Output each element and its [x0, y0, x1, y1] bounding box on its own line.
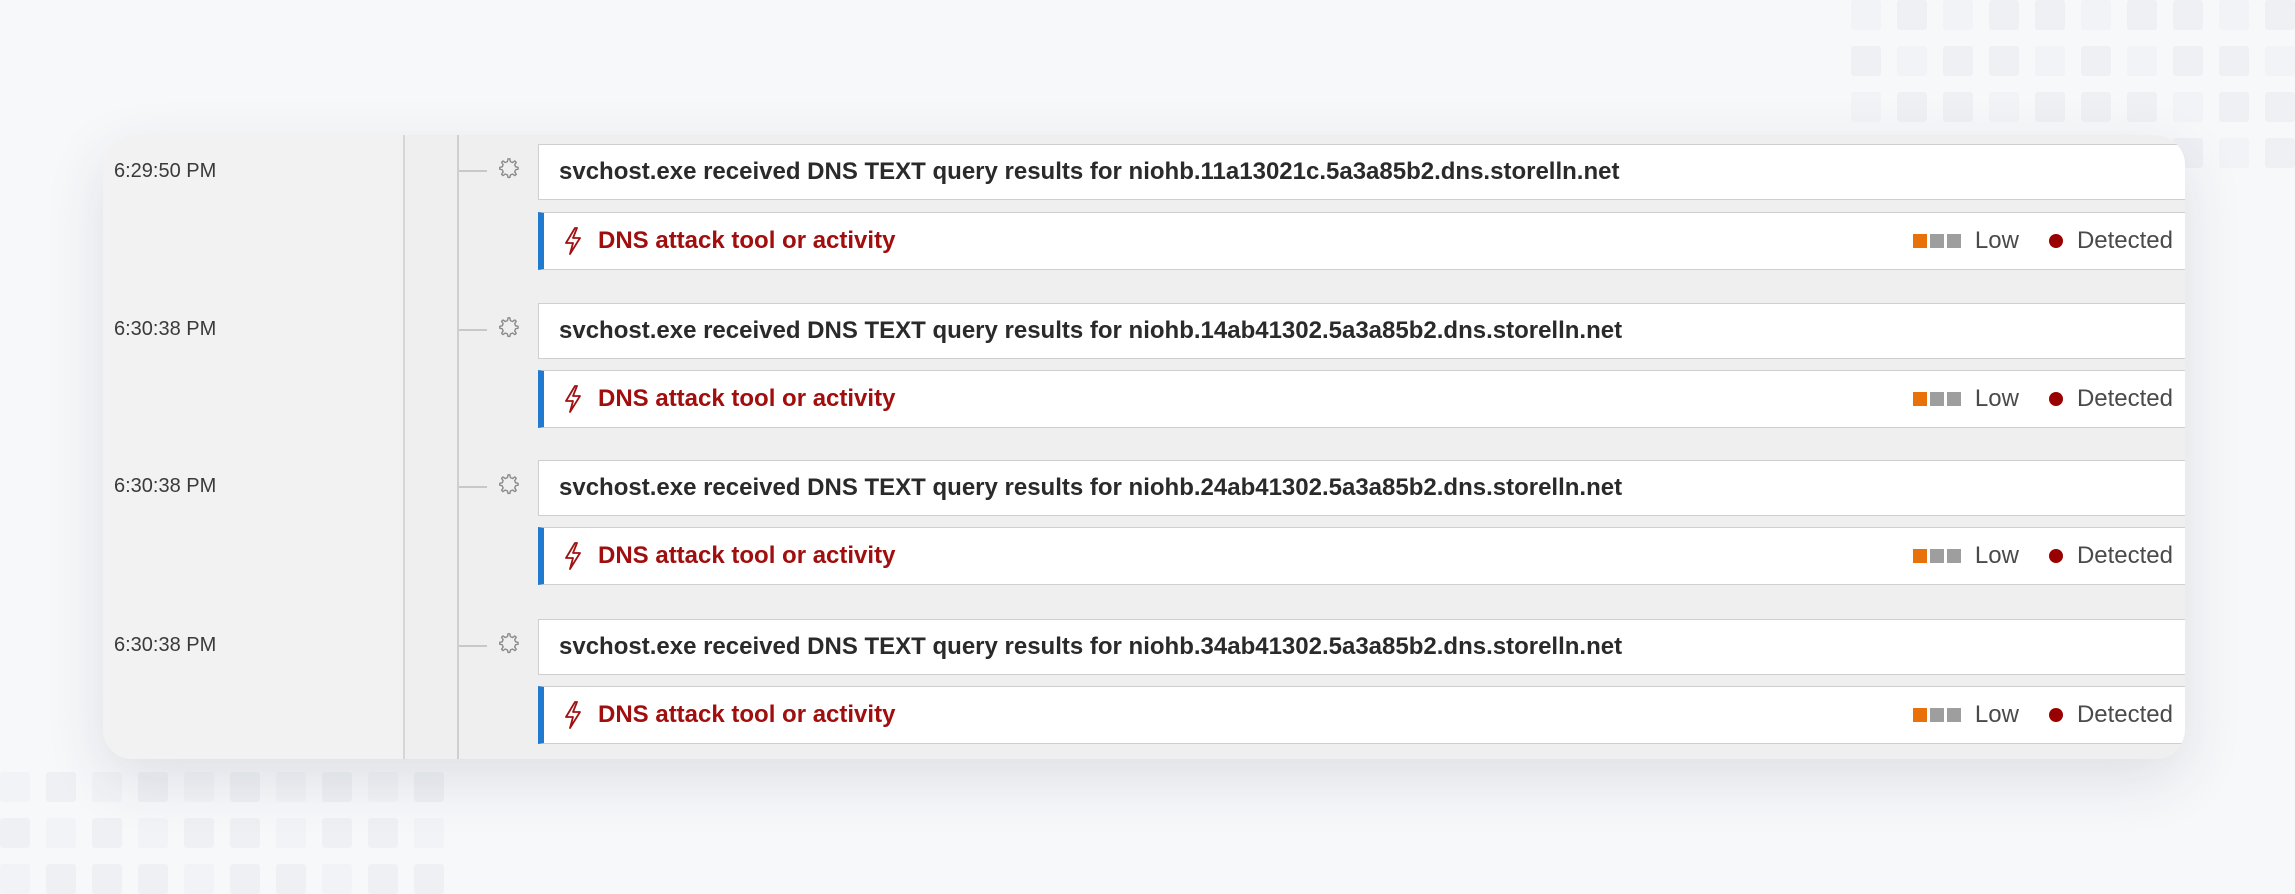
background-tiles-bottom-left — [0, 772, 444, 894]
alert-timeline-panel: 6:29:50 PM 6:30:38 PM 6:30:38 PM 6:30:38… — [103, 135, 2185, 759]
severity-label: Low — [1974, 385, 2019, 412]
gear-icon — [499, 158, 519, 179]
gear-icon — [499, 474, 519, 495]
alert-row[interactable]: DNS attack tool or activity Low Detected — [538, 686, 2185, 744]
status-label: Detected — [2076, 701, 2173, 728]
alert-title[interactable]: DNS attack tool or activity — [598, 542, 895, 570]
status-dot-icon — [2048, 234, 2063, 248]
event-description: svchost.exe received DNS TEXT query resu… — [559, 158, 1620, 185]
alert-row[interactable]: DNS attack tool or activity Low Detected — [538, 212, 2185, 270]
status-label: Detected — [2076, 385, 2173, 412]
alert-title[interactable]: DNS attack tool or activity — [598, 701, 895, 729]
timeline-line — [457, 135, 459, 759]
timeline-connector — [459, 486, 487, 488]
event-timestamp: 6:30:38 PM — [114, 634, 217, 656]
event-timestamp: 6:29:50 PM — [114, 160, 217, 182]
severity-indicator — [1912, 549, 1961, 563]
event-description: svchost.exe received DNS TEXT query resu… — [559, 633, 1623, 660]
alert-title[interactable]: DNS attack tool or activity — [598, 385, 895, 413]
timeline-content: svchost.exe received DNS TEXT query resu… — [405, 135, 2185, 759]
status-dot-icon — [2048, 708, 2063, 722]
lightning-bolt-icon — [565, 385, 581, 413]
event-row[interactable]: svchost.exe received DNS TEXT query resu… — [538, 144, 2185, 200]
gear-icon — [499, 633, 519, 654]
severity-indicator — [1912, 392, 1961, 406]
status-label: Detected — [2076, 542, 2173, 569]
alert-row[interactable]: DNS attack tool or activity Low Detected — [538, 527, 2185, 585]
event-description: svchost.exe received DNS TEXT query resu… — [559, 474, 1623, 501]
severity-label: Low — [1974, 227, 2019, 254]
severity-label: Low — [1974, 701, 2019, 728]
alert-title[interactable]: DNS attack tool or activity — [598, 227, 895, 255]
gear-icon — [499, 317, 519, 338]
lightning-bolt-icon — [565, 542, 581, 570]
severity-label: Low — [1974, 542, 2019, 569]
severity-indicator — [1912, 234, 1961, 248]
event-description: svchost.exe received DNS TEXT query resu… — [559, 317, 1623, 344]
event-timestamp: 6:30:38 PM — [114, 475, 217, 497]
status-dot-icon — [2048, 549, 2063, 563]
timestamp-column: 6:29:50 PM 6:30:38 PM 6:30:38 PM 6:30:38… — [103, 135, 405, 759]
lightning-bolt-icon — [565, 227, 581, 255]
severity-indicator — [1912, 708, 1961, 722]
timeline-connector — [459, 170, 487, 172]
event-timestamp: 6:30:38 PM — [114, 318, 217, 340]
alert-row[interactable]: DNS attack tool or activity Low Detected — [538, 370, 2185, 428]
timeline-connector — [459, 329, 487, 331]
event-row[interactable]: svchost.exe received DNS TEXT query resu… — [538, 303, 2185, 359]
event-row[interactable]: svchost.exe received DNS TEXT query resu… — [538, 460, 2185, 516]
event-row[interactable]: svchost.exe received DNS TEXT query resu… — [538, 619, 2185, 675]
status-label: Detected — [2076, 227, 2173, 254]
status-dot-icon — [2048, 392, 2063, 406]
timeline-connector — [459, 645, 487, 647]
lightning-bolt-icon — [565, 701, 581, 729]
